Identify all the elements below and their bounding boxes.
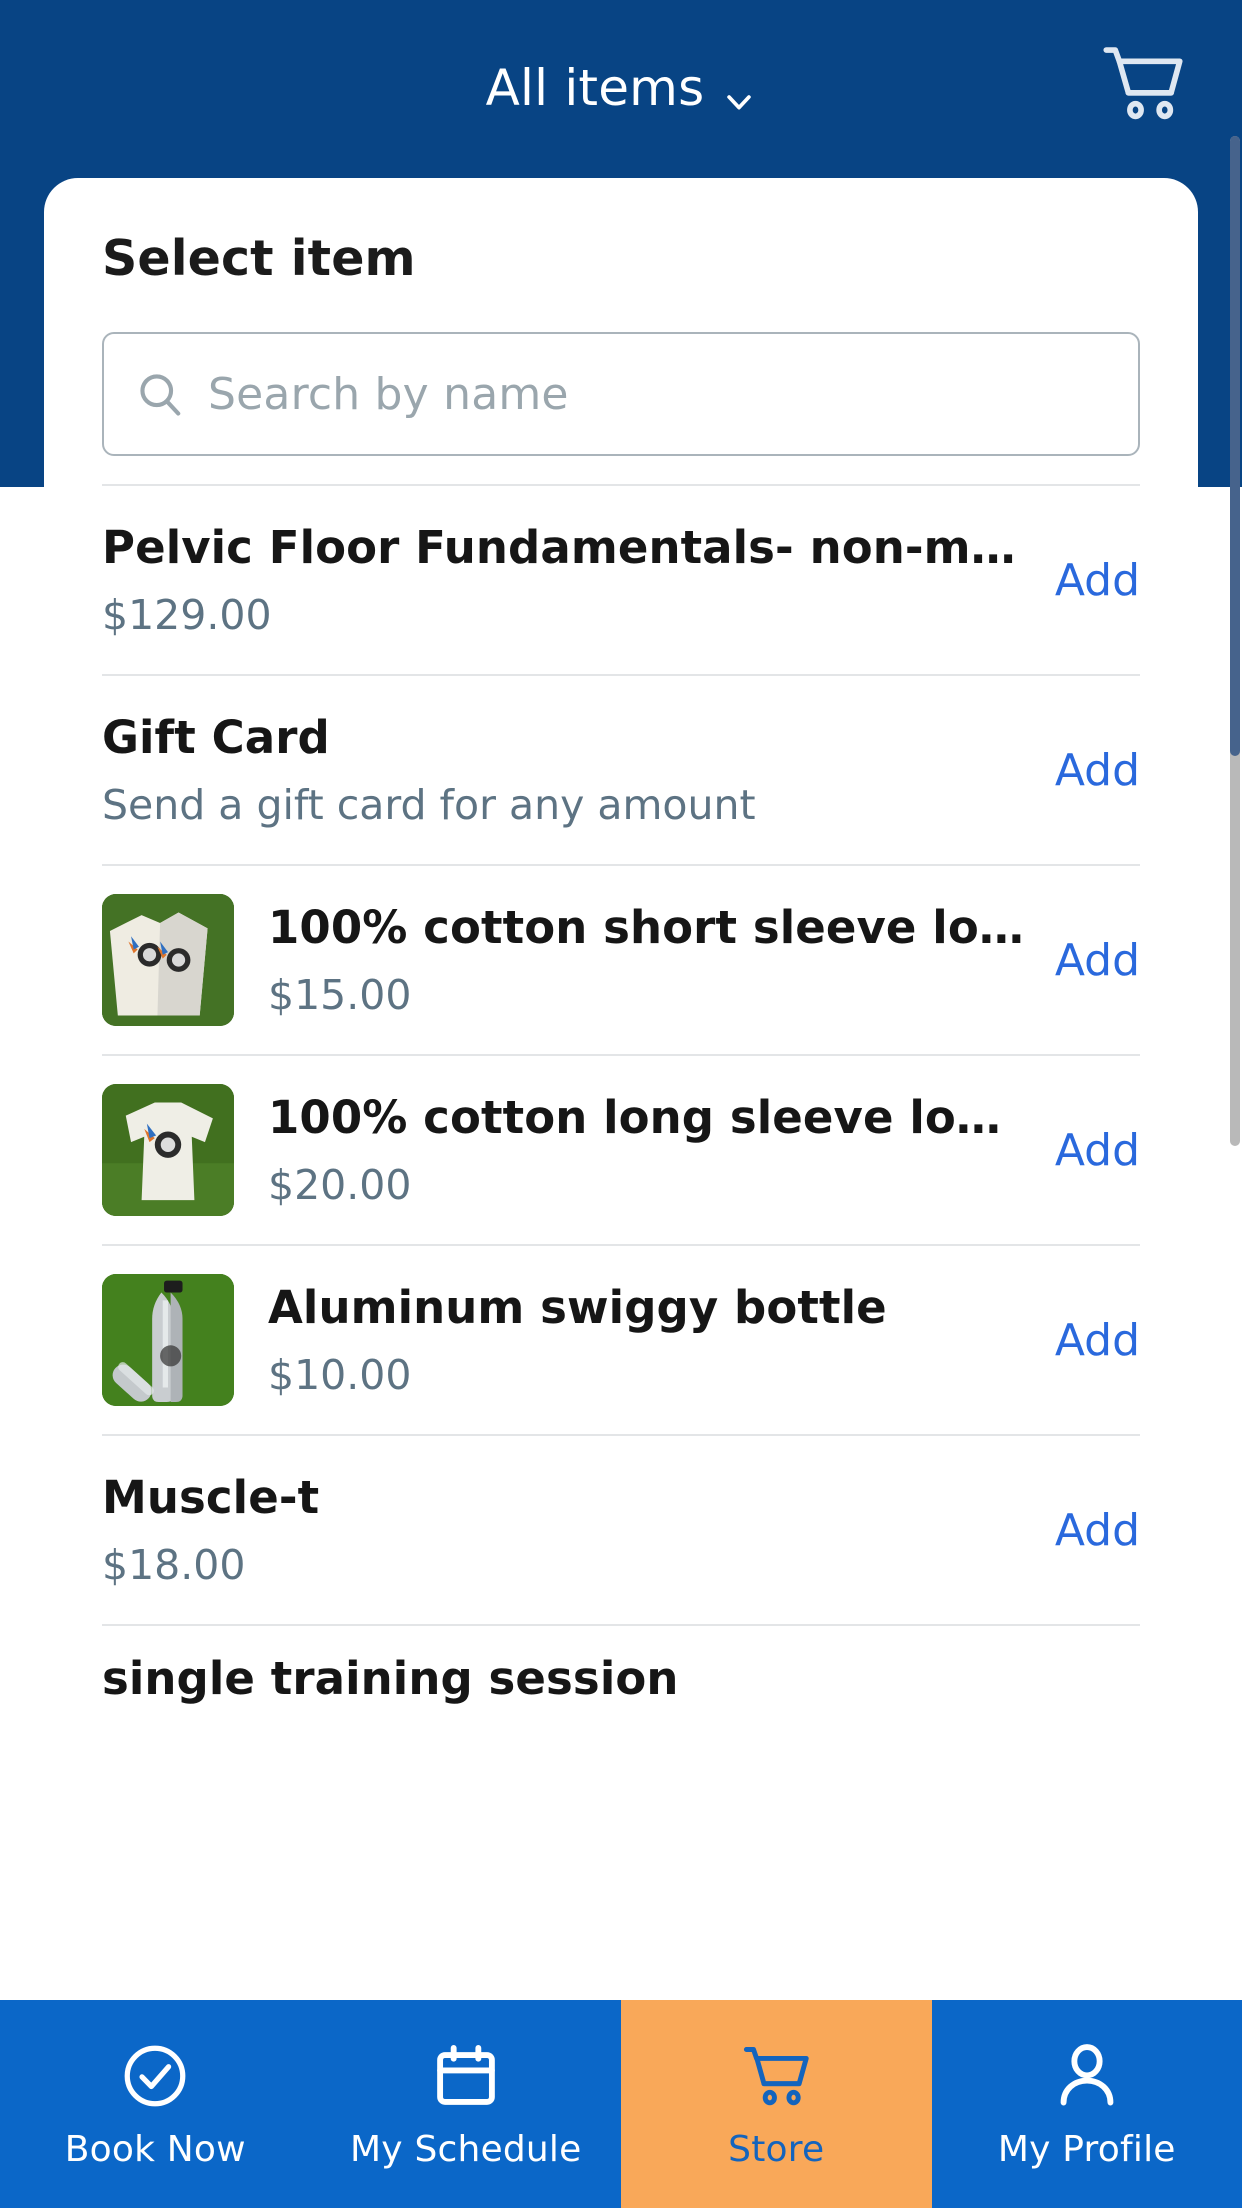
- item-info: Pelvic Floor Fundamentals- non-member $1…: [102, 521, 1045, 639]
- shopping-cart-icon[interactable]: [1098, 38, 1188, 128]
- add-button[interactable]: Add: [1045, 555, 1140, 606]
- search-placeholder: Search by name: [208, 368, 569, 420]
- item-name: Muscle-t: [102, 1470, 320, 1524]
- item-name: 100% cotton short sleeve logo ...: [268, 900, 1025, 954]
- item-name: Aluminum swiggy bottle: [268, 1280, 887, 1334]
- add-button[interactable]: Add: [1045, 1315, 1140, 1366]
- top-app-bar: All items: [0, 0, 1242, 175]
- add-button[interactable]: Add: [1045, 745, 1140, 796]
- item-info: 100% cotton short sleeve logo ... $15.00: [268, 901, 1045, 1019]
- sheet-header: Select item Search by name: [44, 178, 1198, 456]
- item-thumbnail-tshirts: [102, 894, 234, 1026]
- vertical-scrollbar[interactable]: [1228, 0, 1242, 1956]
- item-price: $15.00: [268, 971, 412, 1020]
- select-item-sheet: Select item Search by name Pelvic Floor …: [44, 178, 1198, 1956]
- item-info: single training session: [102, 1652, 1140, 1705]
- nav-label-book-now: Book Now: [64, 2128, 246, 2170]
- list-item[interactable]: Pelvic Floor Fundamentals- non-member $1…: [102, 484, 1140, 674]
- list-item[interactable]: 100% cotton short sleeve logo ... $15.00…: [102, 864, 1140, 1054]
- nav-item-my-schedule[interactable]: My Schedule: [310, 2000, 621, 2208]
- calendar-icon: [429, 2039, 503, 2113]
- store-item-picker-screen: All items Select item Search by name Pel…: [0, 0, 1242, 2208]
- user-icon: [1050, 2039, 1124, 2113]
- item-price: $129.00: [102, 591, 272, 640]
- item-price: $20.00: [268, 1161, 412, 1210]
- add-button[interactable]: Add: [1045, 1505, 1140, 1556]
- item-price: $10.00: [268, 1351, 412, 1400]
- bottom-navigation-bar: Book Now My Schedule Store My Profile: [0, 2000, 1242, 2208]
- list-item[interactable]: Muscle-t $18.00 Add: [102, 1434, 1140, 1624]
- nav-item-store[interactable]: Store: [621, 2000, 932, 2208]
- item-name: 100% cotton long sleeve logo t...: [268, 1090, 1025, 1144]
- item-info: 100% cotton long sleeve logo t... $20.00: [268, 1091, 1045, 1209]
- item-name: Gift Card: [102, 710, 330, 764]
- item-description: Send a gift card for any amount: [102, 781, 756, 830]
- item-info: Gift Card Send a gift card for any amoun…: [102, 711, 1045, 829]
- search-input[interactable]: Search by name: [102, 332, 1140, 456]
- item-list: Pelvic Floor Fundamentals- non-member $1…: [44, 484, 1198, 1705]
- item-name: single training session: [102, 1652, 679, 1705]
- item-thumbnail-bottle: [102, 1274, 234, 1406]
- item-price: $18.00: [102, 1541, 246, 1590]
- nav-label-my-schedule: My Schedule: [350, 2128, 582, 2170]
- add-button[interactable]: Add: [1045, 1125, 1140, 1176]
- search-icon: [134, 368, 186, 420]
- nav-label-store: Store: [728, 2128, 825, 2170]
- item-thumbnail-long-sleeve: [102, 1084, 234, 1216]
- add-button[interactable]: Add: [1045, 935, 1140, 986]
- chevron-down-icon: [722, 73, 756, 110]
- scrollbar-thumb-overlay: [1230, 136, 1240, 756]
- all-items-dropdown[interactable]: All items: [0, 0, 1242, 175]
- item-info: Aluminum swiggy bottle $10.00: [268, 1281, 1045, 1399]
- nav-item-my-profile[interactable]: My Profile: [931, 2000, 1242, 2208]
- list-item[interactable]: Aluminum swiggy bottle $10.00 Add: [102, 1244, 1140, 1434]
- shopping-cart-icon: [739, 2039, 813, 2113]
- page-title: Select item: [102, 230, 416, 287]
- nav-item-book-now[interactable]: Book Now: [0, 2000, 311, 2208]
- list-item[interactable]: single training session: [102, 1624, 1140, 1705]
- item-info: Muscle-t $18.00: [102, 1471, 1045, 1589]
- list-item[interactable]: Gift Card Send a gift card for any amoun…: [102, 674, 1140, 864]
- item-name: Pelvic Floor Fundamentals- non-member: [102, 520, 1025, 574]
- list-item[interactable]: 100% cotton long sleeve logo t... $20.00…: [102, 1054, 1140, 1244]
- nav-label-my-profile: My Profile: [997, 2128, 1176, 2170]
- check-circle-icon: [118, 2039, 192, 2113]
- all-items-label: All items: [485, 58, 705, 117]
